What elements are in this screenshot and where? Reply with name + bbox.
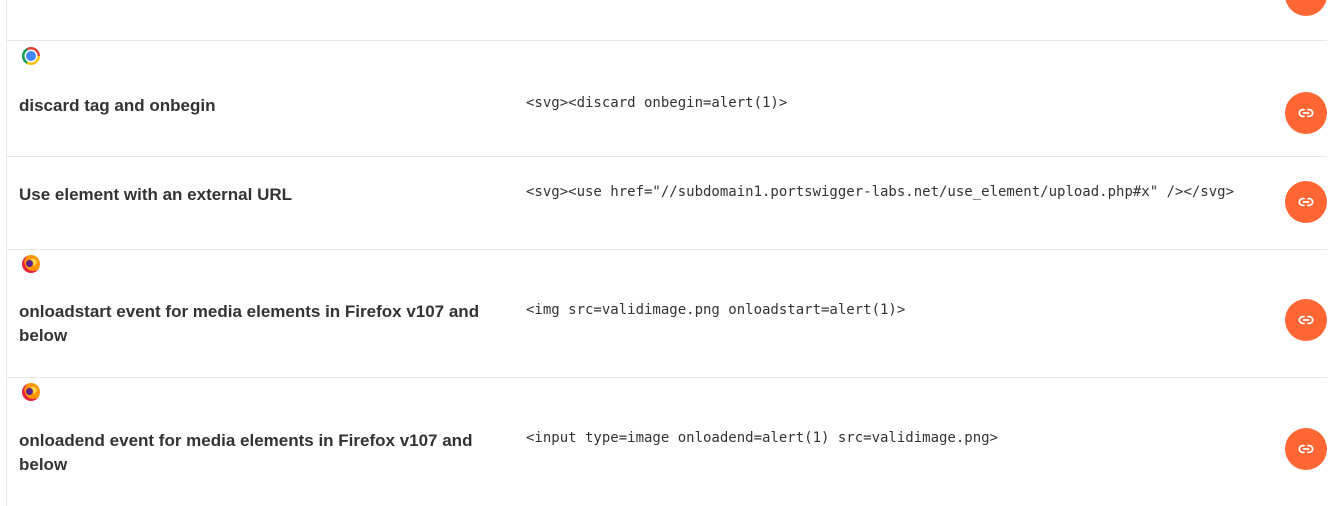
link-icon xyxy=(1298,108,1314,118)
link-button[interactable] xyxy=(1285,299,1327,341)
row-code: <img src=validimage.png onloadstart=aler… xyxy=(526,302,906,318)
link-icon xyxy=(1298,197,1314,207)
row-divider xyxy=(7,40,1327,41)
link-button[interactable] xyxy=(1285,92,1327,134)
row-title: Use element with an external URL xyxy=(19,185,293,204)
row-title: discard tag and onbegin xyxy=(19,96,216,115)
link-icon xyxy=(1298,0,1314,3)
row-divider xyxy=(7,156,1327,157)
link-icon xyxy=(1298,444,1314,454)
link-button[interactable] xyxy=(1285,181,1327,223)
link-button-previous[interactable] xyxy=(1285,0,1327,16)
row-divider xyxy=(7,377,1327,378)
link-icon xyxy=(1298,315,1314,325)
row-code: <svg><discard onbegin=alert(1)> xyxy=(526,95,788,111)
link-button[interactable] xyxy=(1285,428,1327,470)
chrome-icon xyxy=(22,47,40,65)
row-code: <svg><use href="//subdomain1.portswigger… xyxy=(526,184,1235,200)
row-title: onloadstart event for media elements in … xyxy=(19,302,480,345)
firefox-icon xyxy=(22,383,40,401)
firefox-icon xyxy=(22,255,40,273)
row-code: <input type=image onloadend=alert(1) src… xyxy=(526,430,999,446)
row-divider xyxy=(7,249,1327,250)
content-border xyxy=(6,0,7,506)
row-title: onloadend event for media elements in Fi… xyxy=(19,431,473,474)
